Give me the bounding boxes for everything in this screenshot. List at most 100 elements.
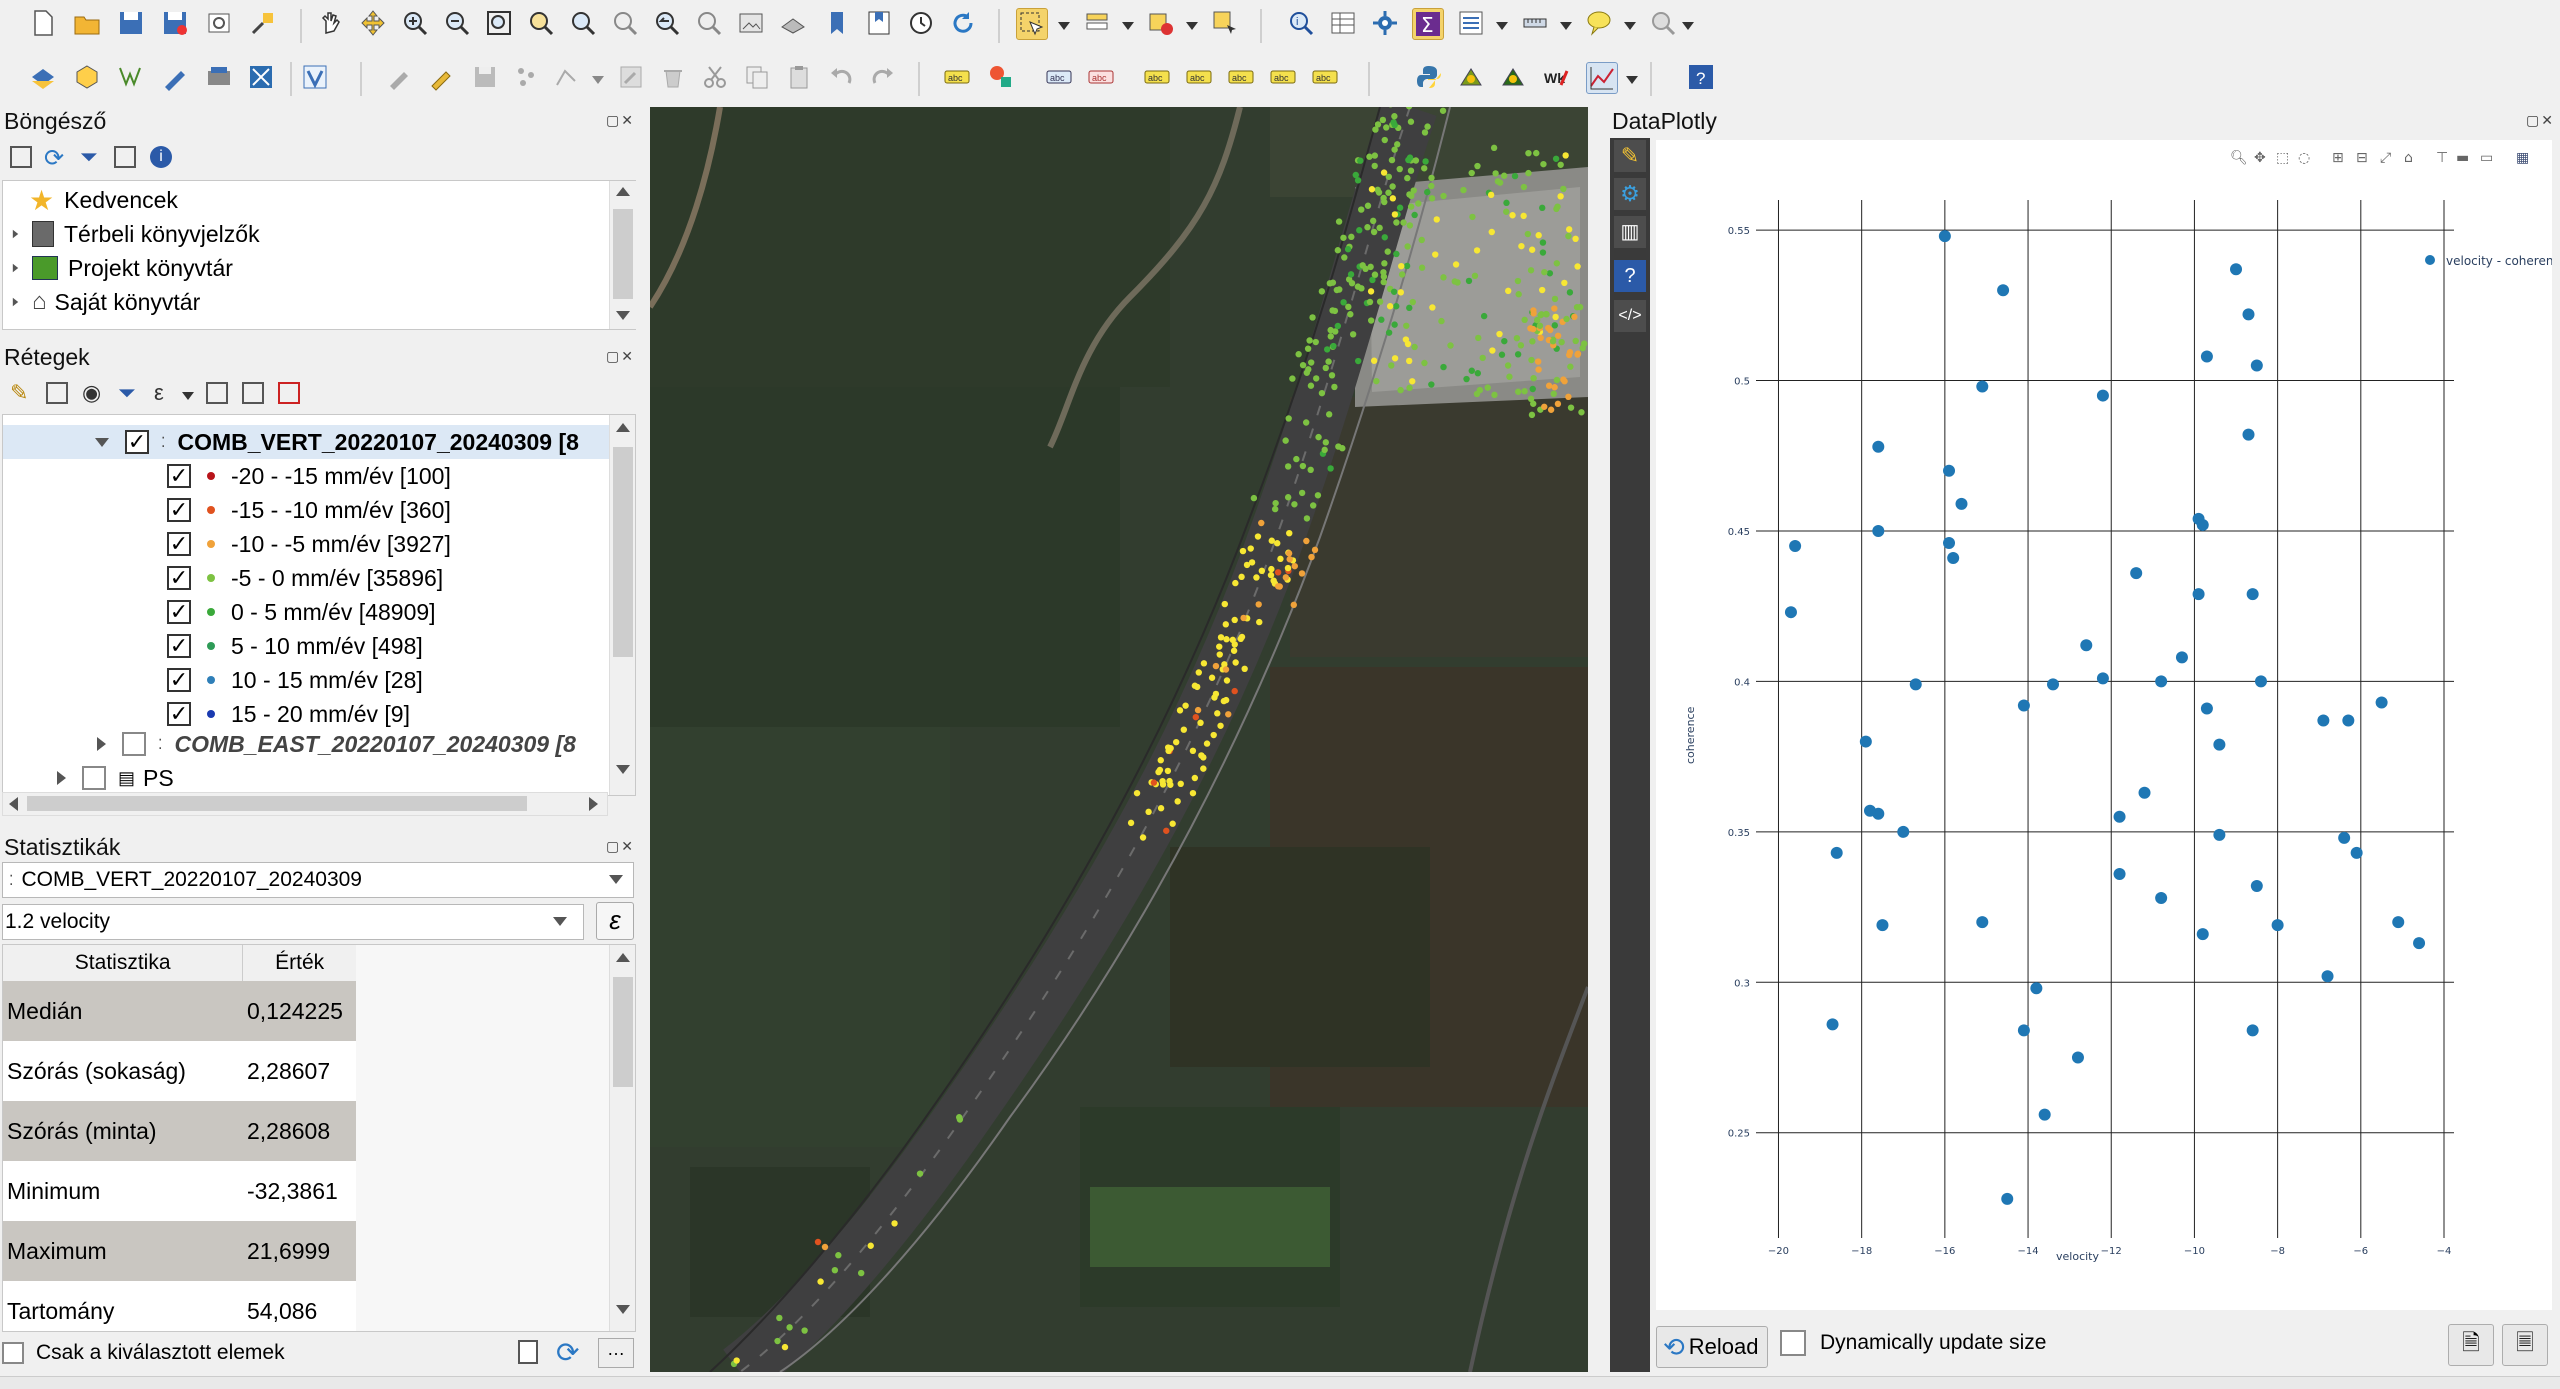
scatter-point[interactable] <box>1943 537 1955 549</box>
show-bookmarks-icon[interactable] <box>864 8 894 38</box>
manage-visibility-icon[interactable]: ◉ <box>82 380 101 406</box>
plot-help-icon[interactable]: ? <box>1614 260 1646 292</box>
pan-map-icon[interactable] <box>316 8 346 38</box>
map-canvas[interactable] <box>650 107 1588 1372</box>
scatter-point[interactable] <box>1976 381 1988 393</box>
label-rotate-icon[interactable]: abc <box>1226 62 1256 92</box>
layers-panel-controls[interactable]: ▢✕ <box>606 348 635 365</box>
add-point-icon[interactable] <box>512 62 542 92</box>
scatter-point[interactable] <box>2413 937 2425 949</box>
dataplotly-icon[interactable] <box>1586 62 1618 94</box>
layer-visibility-checkbox[interactable] <box>122 732 146 756</box>
layers-scrollbar[interactable] <box>609 415 636 795</box>
identify-icon[interactable]: i <box>1286 8 1316 38</box>
save-as-icon[interactable] <box>160 8 190 38</box>
zoom-native-icon[interactable] <box>610 8 640 38</box>
class-visibility-checkbox[interactable]: ✓ <box>167 498 191 522</box>
stats-layer-combobox[interactable]: ⁚ COMB_VERT_20220107_20240309 <box>2 862 634 898</box>
stats-header-value[interactable]: Érték <box>243 945 356 981</box>
label-move-icon[interactable]: abc <box>1184 62 1214 92</box>
scatter-point[interactable] <box>2197 519 2209 531</box>
new-geopackage-icon[interactable] <box>72 62 102 92</box>
select-by-value-icon[interactable] <box>1082 8 1112 38</box>
lasso-select-icon[interactable]: ◌ <box>2298 150 2310 166</box>
browser-item-home[interactable]: ⌂ Saját könyvtár <box>11 285 200 319</box>
digitize-icon[interactable] <box>160 62 190 92</box>
spike-lines-icon[interactable]: ⊤ <box>2436 150 2448 166</box>
zoom-next-icon[interactable] <box>694 8 724 38</box>
modify-attributes-icon[interactable] <box>616 62 646 92</box>
scatter-point[interactable] <box>2317 715 2329 727</box>
scatter-point[interactable] <box>2155 675 2167 687</box>
class-visibility-checkbox[interactable]: ✓ <box>167 532 191 556</box>
stats-row[interactable]: Minimum-32,3861 <box>3 1161 356 1221</box>
copy-stats-icon[interactable] <box>518 1340 538 1364</box>
layer-row-comb-east[interactable]: ⁚ COMB_EAST_20220107_20240309 [8 <box>3 727 576 761</box>
zoom-in-icon[interactable] <box>400 8 430 38</box>
scatter-point[interactable] <box>2351 847 2363 859</box>
statistics-summary-icon[interactable]: Σ <box>1412 8 1444 40</box>
expression-button[interactable]: ε <box>596 902 634 940</box>
label-pin-icon[interactable]: abc <box>1086 62 1116 92</box>
expand-arrow-icon[interactable] <box>13 230 18 238</box>
scatter-point[interactable] <box>1947 552 1959 564</box>
expand-arrow-icon[interactable] <box>13 264 18 272</box>
box-select-icon[interactable]: ⬚ <box>2276 150 2289 166</box>
class-visibility-checkbox[interactable]: ✓ <box>167 600 191 624</box>
layers-hscrollbar[interactable] <box>2 792 608 816</box>
scatter-point[interactable] <box>2097 672 2109 684</box>
legend-class-row[interactable]: ✓-20 - -15 mm/év [100] <box>3 459 451 493</box>
print-layout-icon[interactable] <box>204 8 234 38</box>
browser-scrollbar[interactable] <box>609 181 636 329</box>
legend-class-row[interactable]: ✓0 - 5 mm/év [48909] <box>3 595 436 629</box>
label-highlight-icon[interactable]: abc <box>1044 62 1074 92</box>
scatter-point[interactable] <box>2392 916 2404 928</box>
python-console-icon[interactable] <box>1414 62 1444 92</box>
new-project-icon[interactable] <box>28 8 58 38</box>
stats-scrollbar[interactable] <box>609 945 636 1331</box>
statistics-panel-controls[interactable]: ▢✕ <box>606 838 635 855</box>
pan-icon[interactable]: ✥ <box>2254 150 2266 166</box>
scatter-point[interactable] <box>2213 829 2225 841</box>
layer-row-ps[interactable]: ▤ PS <box>3 761 174 795</box>
group-visibility-checkbox[interactable] <box>82 766 106 790</box>
stats-field-combobox[interactable]: 1.2 velocity <box>2 904 584 940</box>
stats-row[interactable]: Medián0,124225 <box>3 981 356 1041</box>
scatter-point[interactable] <box>2030 982 2042 994</box>
open-project-icon[interactable] <box>72 8 102 38</box>
help-icon[interactable]: ? <box>1686 62 1716 92</box>
refresh-icon[interactable] <box>948 8 978 38</box>
zoom-to-layer-icon[interactable] <box>568 8 598 38</box>
add-selected-icon[interactable] <box>10 146 32 168</box>
autoscale-icon[interactable]: ⤢ <box>2380 150 2391 166</box>
reload-button[interactable]: ⟲ Reload <box>1656 1326 1768 1368</box>
scatter-point[interactable] <box>2243 429 2255 441</box>
label-tool-icon[interactable]: abc <box>942 62 972 92</box>
scatter-point[interactable] <box>2272 919 2284 931</box>
copy-features-icon[interactable] <box>742 62 772 92</box>
field-calculator-icon[interactable] <box>1456 8 1486 38</box>
cut-features-icon[interactable] <box>700 62 730 92</box>
plot-code-icon[interactable]: </> <box>1614 300 1646 332</box>
remove-layer-icon[interactable] <box>278 382 300 404</box>
class-visibility-checkbox[interactable]: ✓ <box>167 566 191 590</box>
delete-selected-icon[interactable] <box>658 62 688 92</box>
legend-class-row[interactable]: ✓15 - 20 mm/év [9] <box>3 697 410 731</box>
info-icon[interactable]: i <box>150 146 172 168</box>
scatter-point[interactable] <box>2018 1024 2030 1036</box>
scatter-point[interactable] <box>2255 675 2267 687</box>
legend-class-row[interactable]: ✓-15 - -10 mm/év [360] <box>3 493 451 527</box>
hover-compare-icon[interactable]: ▭ <box>2480 150 2493 166</box>
scatter-point[interactable] <box>2072 1051 2084 1063</box>
diagram-tool-icon[interactable] <box>986 62 1016 92</box>
scatter-point[interactable] <box>2139 787 2151 799</box>
expand-arrow-icon[interactable] <box>57 771 66 785</box>
scatter-point[interactable] <box>2230 263 2242 275</box>
undo-icon[interactable] <box>826 62 856 92</box>
scatter-point[interactable] <box>1785 606 1797 618</box>
wkt-plugin-icon[interactable]: Wk <box>1542 62 1572 92</box>
plot-canvas-icon[interactable]: ▥ <box>1614 216 1646 248</box>
select-features-icon[interactable] <box>1016 8 1048 40</box>
scatter-point[interactable] <box>2376 696 2388 708</box>
reset-axes-icon[interactable]: ⌂ <box>2404 150 2413 166</box>
